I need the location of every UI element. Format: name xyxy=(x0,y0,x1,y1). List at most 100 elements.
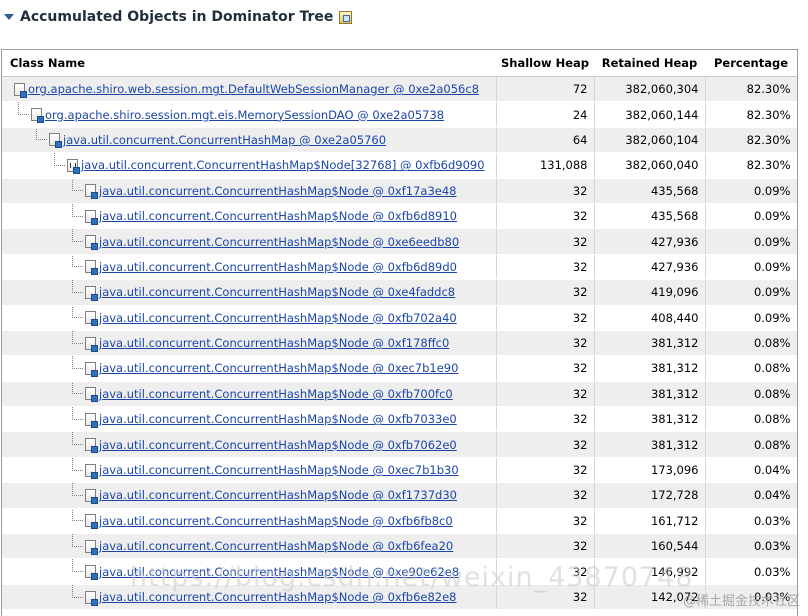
class-name-cell: java.util.concurrent.ConcurrentHashMap$N… xyxy=(2,203,497,230)
table-row[interactable]: java.util.concurrent.ConcurrentHashMap$N… xyxy=(2,330,797,357)
percentage-cell: 0.09% xyxy=(705,305,797,331)
percentage-cell: 0.08% xyxy=(705,381,797,408)
shallow-heap-cell: 32 xyxy=(496,457,595,484)
object-link[interactable]: java.util.concurrent.ConcurrentHashMap$N… xyxy=(99,209,457,223)
tree-connector xyxy=(18,102,29,116)
class-name-cell: java.util.concurrent.ConcurrentHashMap$N… xyxy=(2,279,497,306)
table-row[interactable]: java.util.concurrent.ConcurrentHashMap @… xyxy=(2,127,797,154)
shallow-heap-cell: 32 xyxy=(496,355,595,382)
shallow-heap-cell: 131,088 xyxy=(496,152,595,179)
object-icon xyxy=(85,336,98,352)
object-link[interactable]: java.util.concurrent.ConcurrentHashMap @… xyxy=(63,133,386,147)
table-row[interactable]: org.apache.shiro.web.session.mgt.Default… xyxy=(2,76,797,103)
object-link[interactable]: java.util.concurrent.ConcurrentHashMap$N… xyxy=(99,387,453,401)
object-link[interactable]: java.util.concurrent.ConcurrentHashMap$N… xyxy=(99,285,455,299)
retained-heap-cell: 435,568 xyxy=(594,203,706,230)
object-icon xyxy=(85,387,98,403)
object-link[interactable]: java.util.concurrent.ConcurrentHashMap$N… xyxy=(99,590,457,604)
shallow-heap-cell: 32 xyxy=(496,279,595,306)
table-row[interactable]: java.util.concurrent.ConcurrentHashMap$N… xyxy=(2,178,797,204)
percentage-cell: 82.30% xyxy=(705,152,797,179)
shallow-heap-cell: 32 xyxy=(496,508,595,535)
table-row[interactable]: java.util.concurrent.ConcurrentHashMap$N… xyxy=(2,558,797,585)
shallow-heap-cell: 32 xyxy=(496,381,595,408)
object-link[interactable]: java.util.concurrent.ConcurrentHashMap$N… xyxy=(99,336,449,350)
retained-heap-cell: 173,096 xyxy=(594,457,706,484)
object-link[interactable]: java.util.concurrent.ConcurrentHashMap$N… xyxy=(99,565,459,579)
retained-heap-cell: 146,992 xyxy=(594,558,706,585)
table-row[interactable]: java.util.concurrent.ConcurrentHashMap$N… xyxy=(2,406,797,433)
column-header-retained-heap[interactable]: Retained Heap xyxy=(594,50,705,77)
table-row[interactable]: java.util.concurrent.ConcurrentHashMap$N… xyxy=(2,431,797,458)
column-header-class-name[interactable]: Class Name xyxy=(2,50,496,77)
table-row[interactable]: java.util.concurrent.ConcurrentHashMap$N… xyxy=(2,381,797,408)
retained-heap-cell: 435,568 xyxy=(594,178,706,204)
object-link[interactable]: java.util.concurrent.ConcurrentHashMap$N… xyxy=(99,311,457,325)
object-link[interactable]: java.util.concurrent.ConcurrentHashMap$N… xyxy=(99,361,458,375)
retained-heap-cell: 381,312 xyxy=(594,355,706,382)
table-row[interactable]: java.util.concurrent.ConcurrentHashMap$N… xyxy=(2,508,797,535)
table-row[interactable]: java.util.concurrent.ConcurrentHashMap$N… xyxy=(2,279,797,306)
object-icon xyxy=(14,82,27,98)
object-link[interactable]: java.util.concurrent.ConcurrentHashMap$N… xyxy=(99,184,456,198)
object-link[interactable]: java.util.concurrent.ConcurrentHashMap$N… xyxy=(99,412,457,426)
retained-heap-cell: 382,060,304 xyxy=(594,76,706,103)
object-icon xyxy=(85,361,98,377)
table-row[interactable]: java.util.concurrent.ConcurrentHashMap$N… xyxy=(2,228,797,255)
shallow-heap-cell: 32 xyxy=(496,305,595,331)
object-icon xyxy=(85,590,98,606)
retained-heap-cell: 381,312 xyxy=(594,330,706,357)
object-icon xyxy=(85,209,98,225)
percentage-cell: 0.03% xyxy=(705,558,797,585)
class-name-cell: java.util.concurrent.ConcurrentHashMap$N… xyxy=(2,431,497,458)
table-row[interactable]: java.util.concurrent.ConcurrentHashMap$N… xyxy=(2,533,797,560)
object-icon xyxy=(85,514,98,530)
object-link[interactable]: org.apache.shiro.session.mgt.eis.MemoryS… xyxy=(45,108,444,122)
report-icon[interactable] xyxy=(339,10,353,24)
table-row[interactable]: java.util.concurrent.ConcurrentHashMap$N… xyxy=(2,203,797,230)
dominator-table: Class Name Shallow Heap Retained Heap Pe… xyxy=(1,49,798,616)
percentage-cell: 0.04% xyxy=(705,482,797,509)
table-row[interactable]: java.util.concurrent.ConcurrentHashMap$N… xyxy=(2,482,797,509)
table-row[interactable]: java.util.concurrent.ConcurrentHashMap$N… xyxy=(2,457,797,484)
object-link[interactable]: java.util.concurrent.ConcurrentHashMap$N… xyxy=(99,514,453,528)
table-row[interactable]: org.apache.shiro.session.mgt.eis.MemoryS… xyxy=(2,101,797,128)
collapse-triangle-icon[interactable] xyxy=(4,14,14,20)
tree-connector xyxy=(36,127,47,141)
tree-connector xyxy=(72,406,83,420)
object-icon xyxy=(85,488,98,504)
object-link[interactable]: java.util.concurrent.ConcurrentHashMap$N… xyxy=(99,463,459,477)
tree-connector xyxy=(72,381,83,395)
retained-heap-cell: 382,060,040 xyxy=(594,152,706,179)
tree-connector xyxy=(72,508,83,522)
object-link[interactable]: java.util.concurrent.ConcurrentHashMap$N… xyxy=(99,438,457,452)
retained-heap-cell: 142,072 xyxy=(594,584,706,611)
object-link[interactable]: java.util.concurrent.ConcurrentHashMap$N… xyxy=(99,539,453,553)
column-header-shallow-heap[interactable]: Shallow Heap xyxy=(496,50,594,77)
retained-heap-cell: 160,544 xyxy=(594,533,706,560)
object-icon xyxy=(85,184,98,200)
percentage-cell: 0.08% xyxy=(705,330,797,357)
retained-heap-cell: 172,728 xyxy=(594,482,706,509)
class-name-cell: java.util.concurrent.ConcurrentHashMap$N… xyxy=(2,457,497,484)
tree-connector xyxy=(72,533,83,547)
shallow-heap-cell: 64 xyxy=(496,127,595,154)
object-link[interactable]: java.util.concurrent.ConcurrentHashMap$N… xyxy=(99,488,457,502)
table-row[interactable]: java.util.concurrent.ConcurrentHashMap$N… xyxy=(2,355,797,382)
object-link[interactable]: java.util.concurrent.ConcurrentHashMap$N… xyxy=(81,158,485,172)
percentage-cell: 0.03% xyxy=(705,584,797,611)
table-row[interactable]: java.util.concurrent.ConcurrentHashMap$N… xyxy=(2,254,797,281)
object-link[interactable]: org.apache.shiro.web.session.mgt.Default… xyxy=(28,82,479,96)
percentage-cell: 0.08% xyxy=(705,406,797,433)
class-name-cell: java.util.concurrent.ConcurrentHashMap$N… xyxy=(2,254,497,281)
table-row[interactable]: java.util.concurrent.ConcurrentHashMap$N… xyxy=(2,305,797,331)
column-header-percentage[interactable]: Percentage xyxy=(705,50,797,77)
tree-connector xyxy=(72,279,83,293)
class-name-cell: java.util.concurrent.ConcurrentHashMap$N… xyxy=(2,305,497,331)
object-link[interactable]: java.util.concurrent.ConcurrentHashMap$N… xyxy=(99,260,457,274)
object-icon xyxy=(31,108,44,124)
table-row[interactable]: java.util.concurrent.ConcurrentHashMap$N… xyxy=(2,584,797,611)
object-link[interactable]: java.util.concurrent.ConcurrentHashMap$N… xyxy=(99,235,459,249)
class-name-cell: java.util.concurrent.ConcurrentHashMap$N… xyxy=(2,508,497,535)
table-row[interactable]: java.util.concurrent.ConcurrentHashMap$N… xyxy=(2,152,797,179)
